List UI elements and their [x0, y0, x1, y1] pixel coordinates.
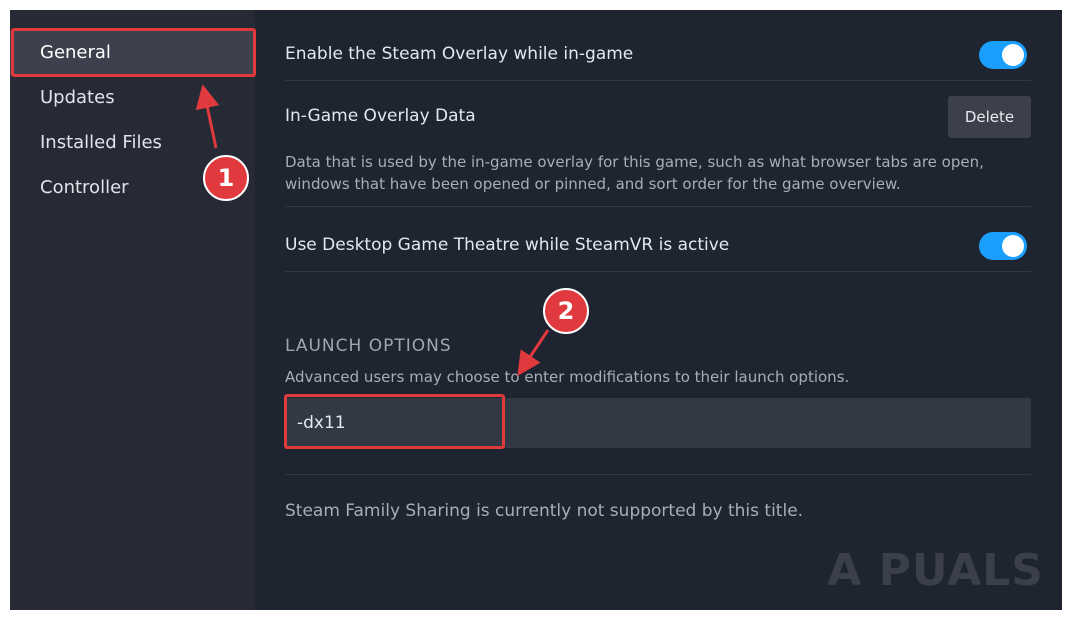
arrow-2 [517, 329, 550, 376]
callout-2: 2 [543, 288, 589, 334]
callout-1: 1 [203, 155, 249, 201]
annotation-arrows [195, 84, 550, 376]
arrow-1 [195, 84, 220, 149]
